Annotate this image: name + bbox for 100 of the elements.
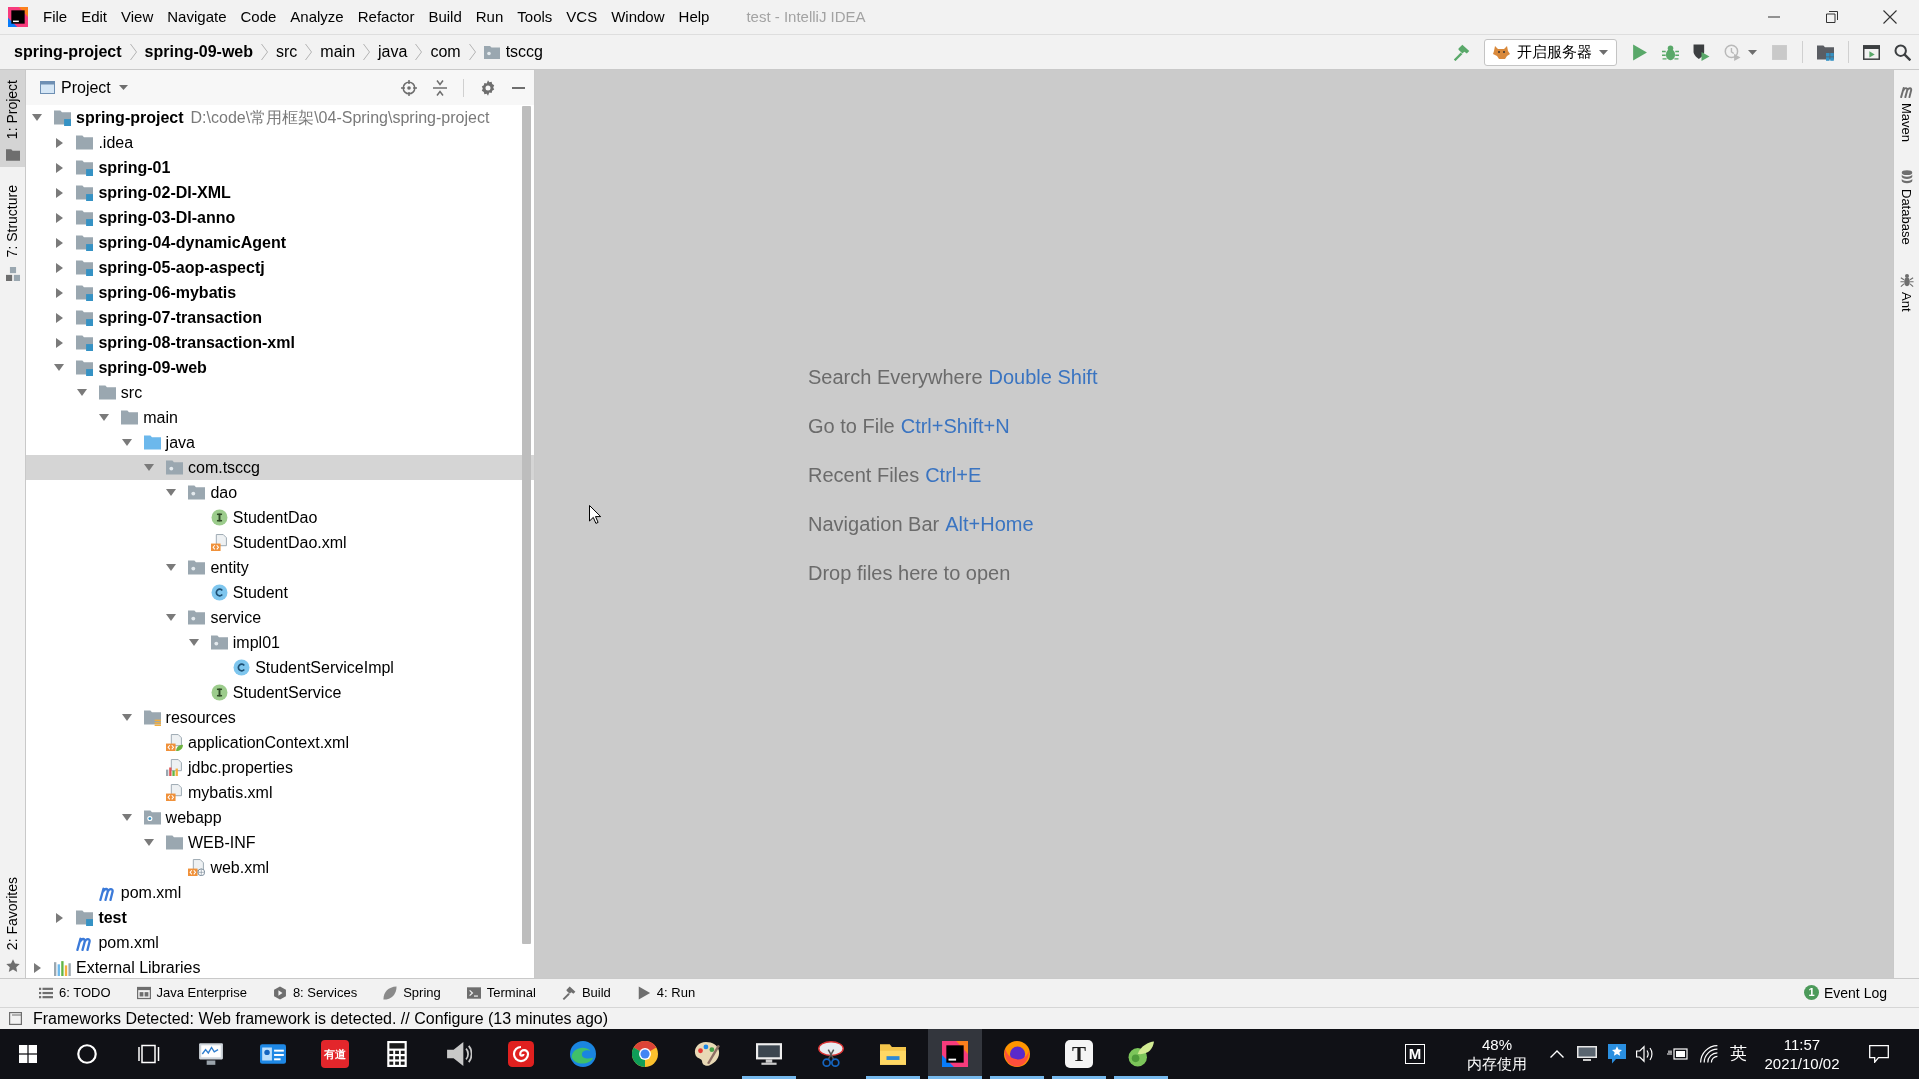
event-log-button[interactable]: 1 Event Log (1803, 984, 1887, 1002)
tree-row[interactable]: main (26, 405, 534, 430)
tree-row[interactable]: spring-02-DI-XML (26, 180, 534, 205)
tree-row[interactable]: External Libraries (26, 955, 534, 978)
tree-row[interactable]: StudentService (26, 680, 534, 705)
caret-right-icon[interactable] (56, 287, 64, 298)
tree-row[interactable]: resources (26, 705, 534, 730)
tool-window-tab[interactable]: 6: TODO (33, 982, 117, 1004)
view-dropdown[interactable]: Project (61, 77, 128, 98)
menu-item[interactable]: Help (671, 6, 717, 28)
breadcrumb-item[interactable]: spring-09-web (144, 42, 254, 62)
caret-down-icon[interactable] (121, 714, 132, 721)
menu-item[interactable]: File (36, 6, 75, 28)
tree-row[interactable]: com.tsccg (26, 455, 534, 480)
tree-row[interactable]: StudentServiceImpl (26, 655, 534, 680)
minimize-icon[interactable] (512, 86, 525, 89)
windows-icon[interactable] (19, 1045, 37, 1063)
tree-row[interactable]: pom.xml (26, 930, 534, 955)
tree-row[interactable]: .idea (26, 130, 534, 155)
tree-row[interactable]: spring-09-web (26, 355, 534, 380)
tree-row[interactable]: jdbc.properties (26, 755, 534, 780)
bug-icon[interactable] (1662, 43, 1679, 61)
caret-right-icon[interactable] (56, 912, 64, 923)
breadcrumb-item[interactable]: spring-project (14, 42, 122, 62)
settings-icon[interactable] (480, 79, 496, 96)
search-icon[interactable] (1894, 43, 1911, 61)
input-method-indicator[interactable]: 英 (1729, 1041, 1747, 1067)
caret-down-icon[interactable] (144, 839, 154, 846)
breadcrumb-item[interactable]: main (320, 42, 356, 62)
caret-down-icon[interactable] (166, 489, 177, 496)
caret-right-icon[interactable] (56, 262, 64, 273)
menu-item[interactable]: Tools (510, 6, 560, 28)
tree-row[interactable]: spring-08-transaction-xml (26, 330, 534, 355)
tree-row[interactable]: impl01 (26, 630, 534, 655)
caret-right-icon[interactable] (56, 162, 64, 173)
menu-item[interactable]: Analyze (283, 6, 351, 28)
battery-icon[interactable] (1666, 1048, 1688, 1060)
caret-down-icon[interactable] (99, 414, 110, 421)
tree-row[interactable]: src (26, 380, 534, 405)
caret-down-icon[interactable] (166, 564, 177, 571)
wifi-icon[interactable] (1700, 1045, 1718, 1063)
caret-icon[interactable] (1748, 49, 1757, 55)
caret-down-icon[interactable] (188, 639, 199, 646)
menu-item[interactable]: Edit (74, 6, 115, 28)
tree-row[interactable]: spring-06-mybatis (26, 280, 534, 305)
caret-right-icon[interactable] (56, 187, 64, 198)
hammer-icon[interactable] (1453, 43, 1470, 61)
menu-item[interactable]: Refactor (350, 6, 422, 28)
tree-row[interactable]: StudentDao.xml (26, 530, 534, 555)
caret-right-icon[interactable] (56, 237, 64, 248)
caret-down-icon[interactable] (121, 439, 132, 446)
tool-window-tab[interactable]: 8: Services (266, 982, 364, 1004)
crosshair-icon[interactable] (401, 79, 417, 96)
tree-row[interactable]: test (26, 905, 534, 930)
monitor-icon[interactable] (1577, 1046, 1597, 1062)
star-bubble-icon[interactable] (1608, 1044, 1626, 1064)
chevron-up-icon[interactable] (1550, 1050, 1564, 1058)
tree-row[interactable]: StudentDao (26, 505, 534, 530)
tree-row[interactable]: applicationContext.xml (26, 730, 534, 755)
menu-item[interactable]: Navigate (160, 6, 234, 28)
breadcrumb-item[interactable]: com (430, 42, 461, 62)
collapse-icon[interactable] (433, 79, 447, 96)
tool-window-tab[interactable]: 1: Project (0, 70, 25, 168)
square-icon[interactable] (9, 1012, 22, 1025)
close-icon[interactable] (1883, 10, 1897, 24)
caret-down-icon[interactable] (76, 389, 87, 396)
caret-down-icon[interactable] (32, 114, 42, 121)
tool-window-tab[interactable]: 2: Favorites (0, 866, 25, 978)
tree-row[interactable]: mybatis.xml (26, 780, 534, 805)
tree-row[interactable]: spring-04-dynamicAgent (26, 230, 534, 255)
tool-window-tab[interactable]: Maven (1894, 80, 1919, 147)
caret-right-icon[interactable] (56, 337, 64, 348)
caret-down-icon[interactable] (121, 814, 132, 821)
tool-window-tab[interactable]: Database (1894, 166, 1919, 249)
menu-item[interactable]: VCS (559, 6, 605, 28)
tree-row[interactable]: java (26, 430, 534, 455)
window-play-icon[interactable] (1863, 43, 1880, 61)
tool-window-tab[interactable]: Ant (1894, 268, 1919, 316)
tree-row[interactable]: spring-07-transaction (26, 305, 534, 330)
tree-row[interactable]: web.xml (26, 855, 534, 880)
caret-right-icon[interactable] (56, 312, 64, 323)
caret-down-icon[interactable] (54, 364, 65, 371)
menu-item[interactable]: Window (604, 6, 672, 28)
tool-window-tab[interactable]: 4: Run (630, 982, 702, 1004)
run-icon[interactable] (1631, 43, 1648, 61)
tree-row[interactable]: entity (26, 555, 534, 580)
notification-icon[interactable] (1869, 1045, 1889, 1063)
tree-row[interactable]: webapp (26, 805, 534, 830)
tree-row[interactable]: spring-03-DI-anno (26, 205, 534, 230)
taskbar-button[interactable]: T (1052, 1029, 1106, 1079)
taskbar-button[interactable]: 有道 (308, 1029, 362, 1079)
breadcrumb-item[interactable]: tsccg (483, 42, 543, 62)
menu-item[interactable]: Run (468, 6, 511, 28)
shield-play-icon[interactable] (1693, 43, 1710, 61)
tree-row[interactable]: Student (26, 580, 534, 605)
tool-window-tab[interactable]: 7: Structure (0, 175, 25, 286)
task-view-icon[interactable] (138, 1044, 160, 1064)
menu-item[interactable]: Build (421, 6, 469, 28)
tool-window-tab[interactable]: Spring (377, 982, 447, 1004)
tree-row[interactable]: spring-05-aop-aspectj (26, 255, 534, 280)
